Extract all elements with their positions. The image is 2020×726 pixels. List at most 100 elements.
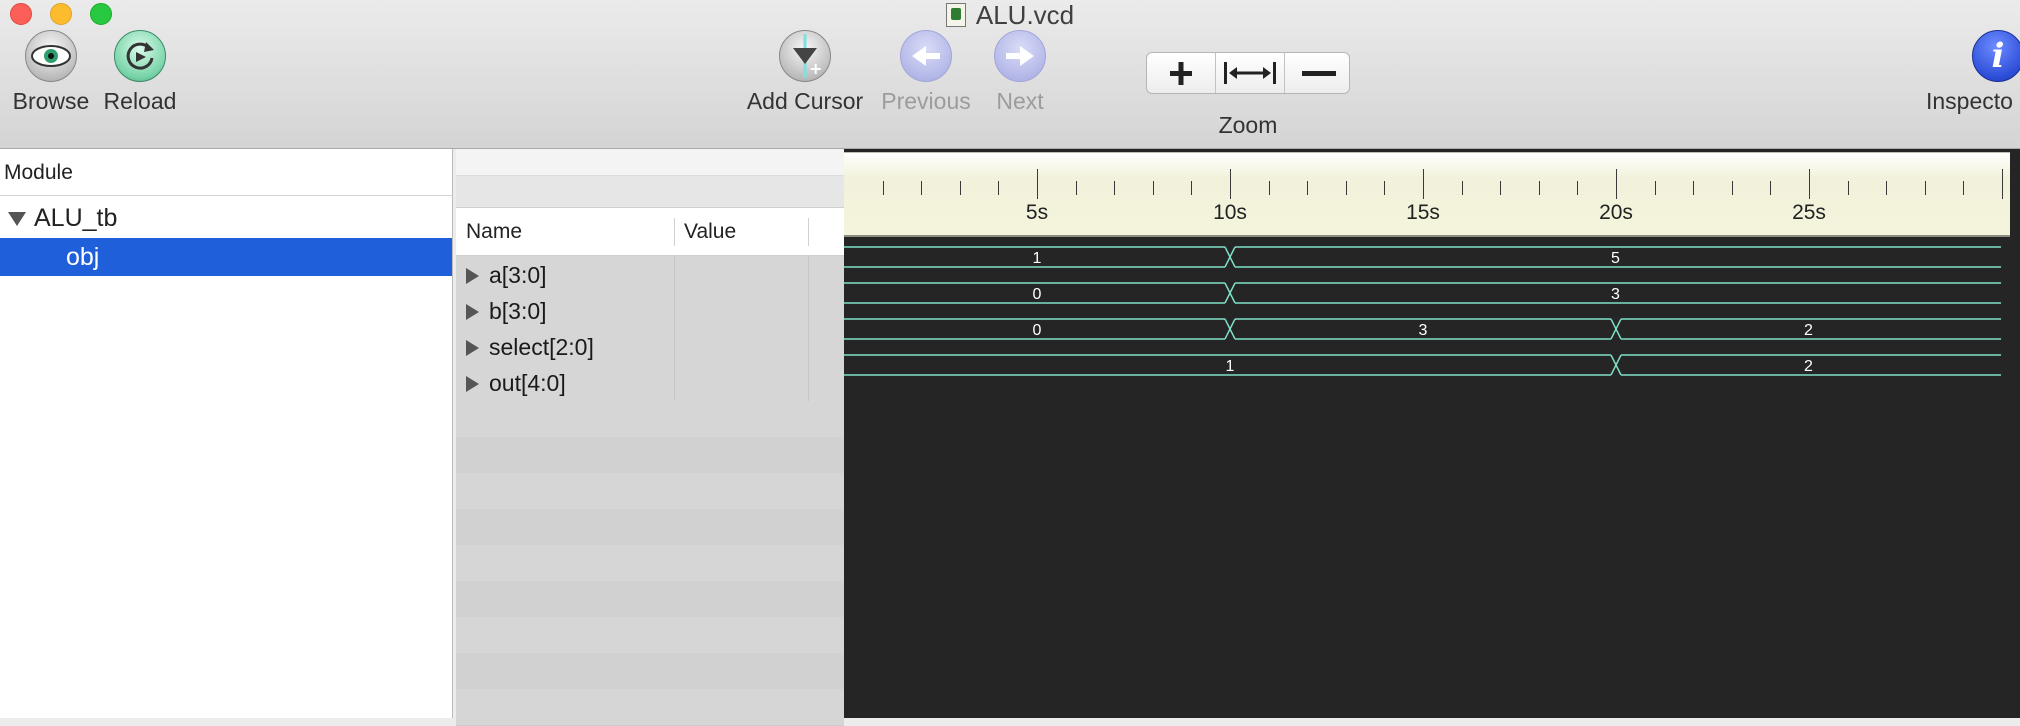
minor-tick — [1191, 181, 1192, 195]
disclosure-triangle-icon[interactable] — [466, 340, 479, 356]
previous-button[interactable]: Previous — [876, 30, 976, 115]
column-divider[interactable] — [674, 218, 675, 246]
minor-tick — [1153, 181, 1154, 195]
minor-tick — [1848, 181, 1849, 195]
time-ruler[interactable]: 5s 10s 15s 20s 25s — [844, 152, 2010, 237]
inspector-label: Inspecto — [1926, 88, 2013, 114]
minor-tick — [960, 181, 961, 195]
info-icon: i — [1972, 30, 2020, 82]
minor-tick — [1269, 181, 1270, 195]
minor-tick — [883, 181, 884, 195]
signal-row-b[interactable]: b[3:0] — [456, 293, 844, 329]
zoom-fit-button[interactable] — [1216, 53, 1285, 93]
add-cursor-button[interactable]: + Add Cursor — [740, 30, 870, 115]
time-tick-label: 5s — [1025, 201, 1049, 224]
module-item-alu-tb[interactable]: ALU_tb — [0, 199, 452, 237]
window-title-text: ALU.vcd — [975, 0, 1075, 30]
add-cursor-label: Add Cursor — [746, 88, 864, 114]
empty-row — [456, 473, 844, 510]
major-tick — [1037, 169, 1038, 199]
wave-value-label: 2 — [1804, 358, 1813, 375]
major-tick — [1423, 169, 1424, 199]
next-label: Next — [996, 88, 1044, 114]
signal-list: Name Value a[3:0] b[3:0] select[2:0] out… — [456, 149, 845, 726]
minor-tick — [1346, 181, 1347, 195]
module-header: Module — [0, 149, 452, 196]
disclosure-triangle-icon[interactable] — [466, 304, 479, 320]
zoom-fit-icon — [1224, 62, 1276, 84]
time-tick-label: 15s — [1406, 201, 1440, 224]
waveform-b[interactable]: 03 — [844, 282, 2001, 304]
minor-tick — [1500, 181, 1501, 195]
minor-tick — [1732, 181, 1733, 195]
empty-row — [456, 689, 844, 726]
minor-tick — [1114, 181, 1115, 195]
module-item-label: obj — [66, 243, 100, 271]
column-divider[interactable] — [808, 218, 809, 246]
time-tick-label: 25s — [1792, 201, 1826, 224]
minor-tick — [1770, 181, 1771, 195]
waveform-out[interactable]: 12 — [844, 354, 2001, 376]
empty-row — [456, 401, 844, 438]
time-tick-label: 20s — [1599, 201, 1633, 224]
waveform-view[interactable]: 5s 10s 15s 20s 25s 150303212 — [844, 149, 2020, 718]
disclosure-triangle-icon[interactable] — [0, 199, 34, 237]
time-tick-label: 10s — [1213, 201, 1247, 224]
signal-row-a[interactable]: a[3:0] — [456, 257, 844, 293]
waveform-select[interactable]: 0 3 2 — [844, 318, 2001, 340]
minor-tick — [1076, 181, 1077, 195]
minor-tick — [1693, 181, 1694, 195]
add-cursor-icon: + — [779, 30, 831, 82]
zoom-in-button[interactable] — [1147, 53, 1216, 93]
empty-row — [456, 545, 844, 582]
minor-tick — [1539, 181, 1540, 195]
wave-value-label: 5 — [1611, 250, 1620, 267]
inspector-button[interactable]: i Inspecto — [1926, 30, 2020, 115]
signal-name: b[3:0] — [489, 298, 547, 324]
major-tick — [1616, 169, 1617, 199]
minor-tick — [1384, 181, 1385, 195]
next-arrow-icon — [994, 30, 1046, 82]
reload-icon — [114, 30, 166, 82]
wave-value-label: 3 — [1419, 322, 1428, 339]
module-item-label: ALU_tb — [34, 204, 118, 232]
minor-tick — [1307, 181, 1308, 195]
signal-name: select[2:0] — [489, 334, 594, 360]
minor-tick — [1925, 181, 1926, 195]
module-item-obj[interactable]: obj — [0, 238, 452, 276]
empty-row — [456, 509, 844, 546]
svg-text:+: + — [809, 59, 822, 78]
minor-tick — [1886, 181, 1887, 195]
reload-button[interactable]: Reload — [100, 30, 180, 115]
empty-row — [456, 437, 844, 474]
disclosure-triangle-icon[interactable] — [466, 376, 479, 392]
signal-name: a[3:0] — [489, 262, 547, 288]
signal-list-empty-rows — [456, 401, 844, 726]
next-button[interactable]: Next — [980, 30, 1060, 115]
wave-value-label: 2 — [1804, 322, 1813, 339]
signal-list-top-spacer — [456, 149, 844, 176]
browse-button[interactable]: Browse — [8, 30, 94, 115]
browse-label: Browse — [12, 88, 90, 114]
disclosure-triangle-icon[interactable] — [466, 268, 479, 284]
wave-value-label: 3 — [1611, 286, 1620, 303]
major-tick — [1230, 169, 1231, 199]
waveform-canvas[interactable]: 1 50 30 3 21 2 — [844, 239, 2020, 718]
eye-icon — [25, 30, 77, 82]
previous-label: Previous — [881, 88, 971, 114]
major-tick — [2002, 169, 2003, 199]
signal-row-select[interactable]: select[2:0] — [456, 329, 844, 365]
minor-tick — [998, 181, 999, 195]
plus-icon — [1170, 62, 1192, 85]
previous-arrow-icon — [900, 30, 952, 82]
name-column-header[interactable]: Name — [466, 208, 522, 255]
minor-tick — [921, 181, 922, 195]
wave-value-label: 0 — [1033, 286, 1042, 303]
signal-list-header: Name Value — [456, 207, 844, 256]
waveform-a[interactable]: 15 — [844, 246, 2001, 268]
zoom-out-button[interactable] — [1285, 53, 1353, 93]
signal-row-out[interactable]: out[4:0] — [456, 365, 844, 401]
module-panel: Module ALU_tb obj — [0, 149, 453, 718]
empty-row — [456, 617, 844, 654]
value-column-header[interactable]: Value — [684, 208, 736, 255]
